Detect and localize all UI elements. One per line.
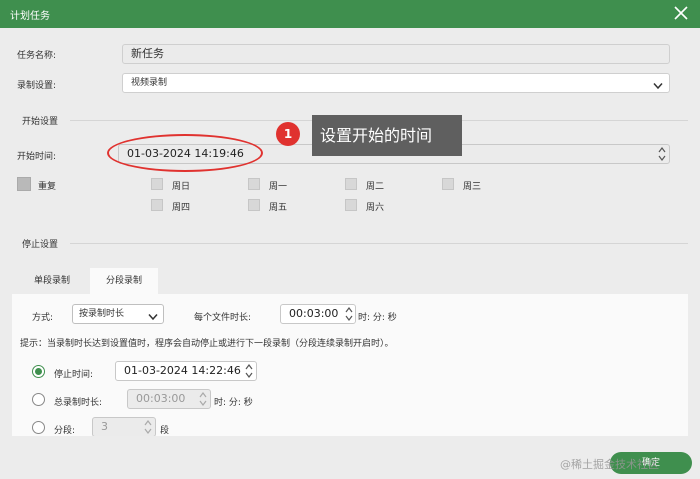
file-duration-value: 00:03:00: [289, 307, 339, 320]
window-title: 计划任务: [10, 11, 50, 22]
repeat-label: 重复: [38, 182, 57, 192]
mode-select[interactable]: 按录制时长: [72, 304, 164, 324]
total-duration-spinner-icon[interactable]: [198, 390, 208, 408]
day-checkbox-wed[interactable]: [442, 178, 454, 190]
segments-unit: 段: [160, 426, 170, 436]
step-badge: 1: [276, 122, 300, 146]
stop-time-label: 停止时间:: [54, 370, 94, 380]
stop-time-radio[interactable]: [32, 365, 45, 378]
record-setting-select[interactable]: 视频录制: [122, 73, 670, 93]
day-label-sat: 周六: [366, 203, 385, 213]
day-label-tue: 周二: [366, 182, 385, 192]
file-duration-label: 每个文件时长:: [194, 313, 252, 323]
repeat-checkbox[interactable]: [17, 177, 31, 191]
day-label-thu: 周四: [172, 203, 191, 213]
day-label-wed: 周三: [463, 182, 482, 192]
annotation-tooltip: 设置开始的时间: [312, 115, 462, 156]
watermark: @稀土掘金技术社区: [560, 458, 659, 471]
day-checkbox-fri[interactable]: [248, 199, 260, 211]
total-duration-radio[interactable]: [32, 393, 45, 406]
segments-value: 3: [101, 420, 108, 433]
highlight-ellipse: [107, 134, 263, 172]
stop-section-title: 停止设置: [22, 240, 59, 250]
close-icon[interactable]: [672, 4, 690, 22]
day-checkbox-tue[interactable]: [345, 178, 357, 190]
chevron-down-icon: [148, 310, 158, 321]
segments-label: 分段:: [54, 426, 76, 436]
start-section-title: 开始设置: [22, 117, 59, 127]
tab-multi-segment[interactable]: 分段录制: [90, 268, 158, 294]
file-duration-unit: 时: 分: 秒: [358, 313, 397, 323]
hint-text: 提示：当录制时长达到设置值时，程序会自动停止或进行下一段录制（分段连续录制开启时…: [20, 339, 394, 349]
stop-tabs: 单段录制 分段录制: [12, 268, 688, 294]
title-bar: 计划任务: [0, 0, 700, 28]
chevron-down-icon: [653, 79, 663, 90]
total-duration-value: 00:03:00: [136, 392, 186, 405]
start-time-label: 开始时间:: [17, 152, 57, 162]
record-setting-value: 视频录制: [131, 78, 168, 88]
day-checkbox-thu[interactable]: [151, 199, 163, 211]
day-label-fri: 周五: [269, 203, 288, 213]
multi-segment-panel: 方式: 按录制时长 每个文件时长: 00:03:00 时: 分: 秒 提示：当录…: [12, 294, 688, 436]
task-name-input[interactable]: 新任务: [122, 44, 670, 64]
total-duration-unit: 时: 分: 秒: [214, 398, 253, 408]
file-duration-spinner-icon[interactable]: [344, 305, 354, 323]
record-setting-label: 录制设置:: [17, 81, 57, 91]
day-checkbox-sat[interactable]: [345, 199, 357, 211]
total-duration-label: 总录制时长:: [54, 398, 103, 408]
day-label-mon: 周一: [269, 182, 288, 192]
day-checkbox-mon[interactable]: [248, 178, 260, 190]
mode-value: 按录制时长: [79, 309, 125, 319]
mode-label: 方式:: [32, 313, 54, 323]
stop-time-value: 01-03-2024 14:22:46: [124, 364, 241, 377]
stop-time-spinner-icon[interactable]: [244, 362, 254, 380]
start-time-spinner-icon[interactable]: [657, 145, 667, 163]
segments-spinner-icon[interactable]: [143, 418, 153, 436]
stop-time-input[interactable]: 01-03-2024 14:22:46: [115, 361, 257, 381]
day-label-sun: 周日: [172, 182, 191, 192]
task-name-label: 任务名称:: [17, 51, 57, 61]
day-checkbox-sun[interactable]: [151, 178, 163, 190]
segments-radio[interactable]: [32, 421, 45, 434]
stop-section-divider: [70, 243, 688, 244]
tab-single-segment[interactable]: 单段录制: [20, 268, 84, 294]
